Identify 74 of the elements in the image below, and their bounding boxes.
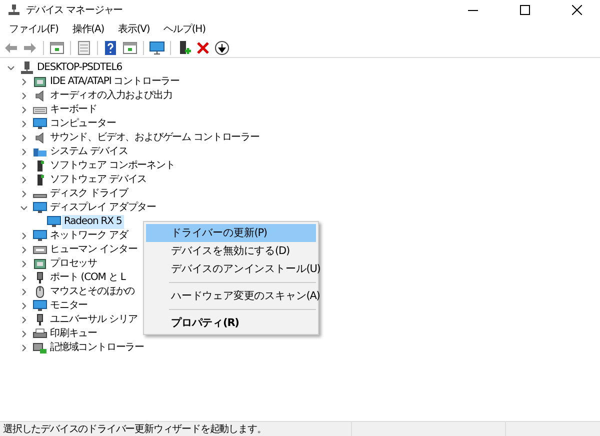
tree-item[interactable]: ネットワーク アダ <box>48 229 130 243</box>
tree-item[interactable]: ヒューマン インター <box>48 243 140 257</box>
tree-item[interactable]: プロセッサ <box>48 257 100 271</box>
tree-item[interactable]: Radeon RX 5 <box>62 215 124 229</box>
tree-item[interactable]: キーボード <box>48 103 100 117</box>
expand-chevron-icon[interactable] <box>20 190 28 198</box>
expand-chevron-icon[interactable] <box>20 316 28 324</box>
window-panel-icon[interactable] <box>49 40 65 56</box>
menu-item[interactable]: デバイスを無効にする(D) <box>146 242 316 260</box>
menu-item[interactable]: ファイル(F) <box>2 22 66 36</box>
tree-item[interactable]: モニター <box>48 299 90 313</box>
monitor-icon <box>33 118 47 130</box>
expand-chevron-icon[interactable] <box>20 260 28 268</box>
tree-item[interactable]: 印刷キュー <box>48 327 100 341</box>
tree-item[interactable]: ポート (COM と L <box>48 271 128 285</box>
tree-item[interactable]: DESKTOP-PSDTEL6 <box>35 61 124 75</box>
collapse-chevron-icon[interactable] <box>20 204 28 212</box>
expand-chevron-icon[interactable] <box>20 134 28 142</box>
monitor-icon <box>33 300 47 312</box>
expand-chevron-icon[interactable] <box>20 274 28 282</box>
expand-chevron-icon[interactable] <box>20 232 28 240</box>
monitor-icon <box>33 230 47 242</box>
help-icon[interactable] <box>103 40 119 56</box>
tree-item[interactable]: マウスとそのほかの <box>48 285 137 299</box>
expand-chevron-icon[interactable] <box>20 106 28 114</box>
computer-icon <box>20 61 34 75</box>
monitor-icon[interactable] <box>149 40 165 56</box>
menu-item[interactable]: ヘルプ(H) <box>156 22 212 36</box>
expand-chevron-icon[interactable] <box>20 92 28 100</box>
maximize-icon <box>520 5 530 15</box>
expand-chevron-icon[interactable] <box>20 344 28 352</box>
close-icon <box>572 5 582 15</box>
tree-item[interactable]: ソフトウェア デバイス <box>48 173 149 187</box>
menu-item[interactable]: 操作(A) <box>65 22 112 36</box>
storage-icon <box>33 342 47 354</box>
tree-item[interactable]: コンピューター <box>48 117 118 131</box>
tree-item[interactable]: ディスク ドライブ <box>48 187 130 201</box>
tree-item[interactable]: サウンド、ビデオ、およびゲーム コントローラー <box>48 131 262 145</box>
folder-icon <box>33 146 47 158</box>
menu-item[interactable]: 表示(V) <box>111 22 157 36</box>
expand-chevron-icon[interactable] <box>20 246 28 254</box>
device-manager-icon <box>8 4 20 16</box>
tree-item[interactable]: 記憶域コントローラー <box>48 341 146 355</box>
chip-icon <box>33 76 47 88</box>
status-text: 選択したデバイスのドライバー更新ウィザードを起動します。 <box>3 422 266 436</box>
expand-chevron-icon[interactable] <box>20 120 28 128</box>
window-title: デバイス マネージャー <box>26 4 124 17</box>
tree-item[interactable]: オーディオの入力および出力 <box>48 89 174 103</box>
mouse-icon <box>33 286 47 298</box>
download-circle-icon[interactable] <box>214 40 230 56</box>
tree-item[interactable]: ユニバーサル シリア <box>48 313 140 327</box>
expand-chevron-icon[interactable] <box>20 148 28 156</box>
printer-icon <box>33 328 47 340</box>
monitor-icon <box>33 202 47 214</box>
expand-chevron-icon[interactable] <box>20 162 28 170</box>
tree-item[interactable]: ソフトウェア コンポーネント <box>48 159 177 173</box>
chip-icon <box>33 258 47 270</box>
menu-item[interactable]: ドライバーの更新(P) <box>146 224 316 242</box>
properties-sheet-icon[interactable] <box>76 40 92 56</box>
collapse-chevron-icon[interactable] <box>7 64 15 72</box>
expand-chevron-icon[interactable] <box>20 176 28 184</box>
remove-icon[interactable] <box>195 40 211 56</box>
tree-item[interactable]: IDE ATA/ATAPI コントローラー <box>48 75 182 89</box>
tree-item[interactable]: ディスプレイ アダプター <box>48 201 158 215</box>
expand-chevron-icon[interactable] <box>20 78 28 86</box>
menu-item[interactable]: プロパティ(R) <box>146 314 316 332</box>
tree-item[interactable]: システム デバイス <box>48 145 130 159</box>
keyboard-icon <box>33 104 47 116</box>
expand-chevron-icon[interactable] <box>20 288 28 296</box>
keyboard-icon <box>33 244 47 256</box>
expand-chevron-icon[interactable] <box>20 302 28 310</box>
monitor-icon <box>47 216 61 228</box>
expand-chevron-icon[interactable] <box>20 330 28 338</box>
window-panel-icon[interactable] <box>122 40 138 56</box>
